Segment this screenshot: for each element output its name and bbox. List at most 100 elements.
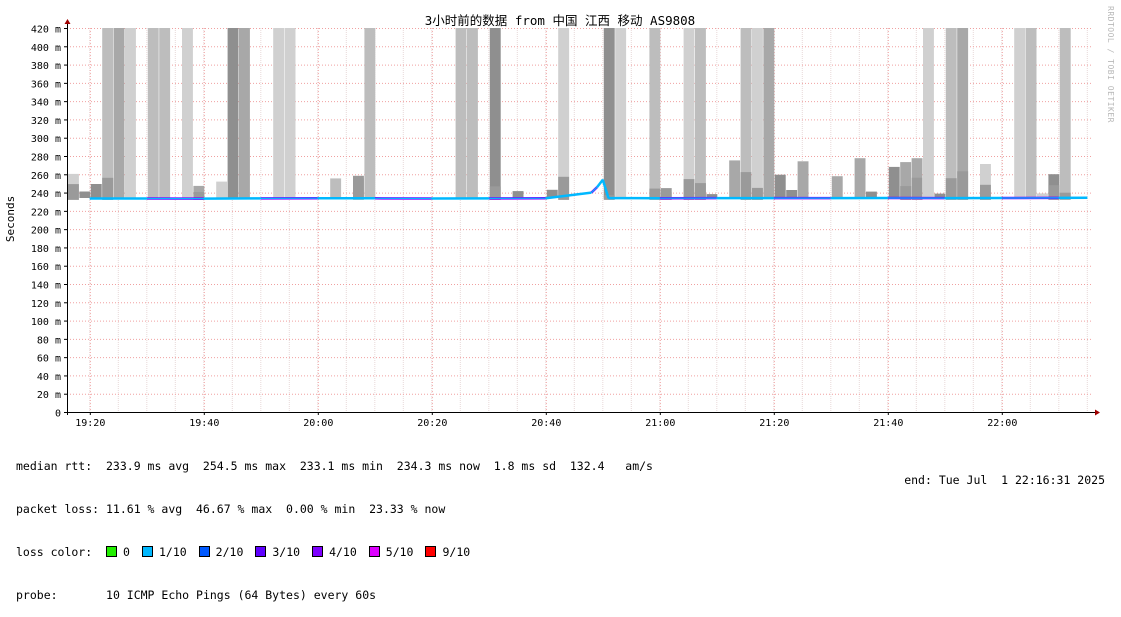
y-tick-label: 80 m — [37, 335, 61, 346]
smoke-band — [912, 178, 923, 200]
smoke-band — [91, 184, 102, 198]
smoke-band — [763, 28, 774, 198]
x-tick-label: 19:40 — [189, 418, 219, 429]
smoke-band — [490, 28, 501, 198]
y-tick-label: 20 m — [37, 390, 61, 401]
smoke-band — [285, 28, 296, 198]
smoke-band — [364, 28, 375, 198]
loss-color-swatch — [425, 546, 436, 557]
x-tick-label: 21:40 — [873, 418, 903, 429]
loss-color-swatch — [255, 546, 266, 557]
latency-chart: 020 m40 m60 m80 m100 m120 m140 m160 m180… — [0, 0, 1121, 430]
loss-color-item: 0 — [106, 545, 130, 559]
smoke-band — [798, 161, 809, 198]
smoke-band — [695, 28, 706, 198]
y-axis-label: Seconds — [4, 196, 17, 242]
smoke-band — [159, 28, 170, 198]
loss-color-text: 9/10 — [442, 545, 470, 559]
smoke-band — [775, 175, 786, 198]
loss-color-text: 3/10 — [272, 545, 300, 559]
x-tick-label: 19:20 — [75, 418, 105, 429]
smoke-band — [79, 192, 90, 199]
loss-color-text: 1/10 — [159, 545, 187, 559]
y-tick-label: 60 m — [37, 354, 61, 365]
smoke-band — [684, 179, 695, 200]
loss-color-item: 9/10 — [425, 545, 470, 559]
smoke-band — [513, 191, 524, 198]
y-tick-label: 120 m — [31, 299, 61, 310]
rtt-stats: median rtt: 233.9 ms avg 254.5 ms max 23… — [16, 459, 653, 473]
loss-color-swatch — [106, 546, 117, 557]
y-tick-label: 140 m — [31, 281, 61, 292]
y-tick-labels: 020 m40 m60 m80 m100 m120 m140 m160 m180… — [31, 25, 61, 420]
x-tick-label: 20:40 — [531, 418, 561, 429]
smoke-band — [741, 172, 752, 200]
y-axis-arrow — [65, 19, 71, 24]
smoke-band — [228, 28, 239, 198]
loss-color-swatch — [369, 546, 380, 557]
smoke-band — [330, 178, 341, 198]
x-tick-label: 21:00 — [645, 418, 675, 429]
loss-color-text: 2/10 — [216, 545, 244, 559]
smoke-band — [889, 167, 900, 198]
smoke-band — [855, 158, 866, 198]
smoke-band — [729, 160, 740, 198]
smoke-band — [604, 28, 615, 198]
y-tick-label: 360 m — [31, 79, 61, 90]
loss-color-swatch — [142, 546, 153, 557]
smoke-band — [1060, 28, 1071, 198]
loss-color-swatch — [199, 546, 210, 557]
smoke-band — [946, 28, 957, 198]
legend: median rtt: 233.9 ms avg 254.5 ms max 23… — [16, 430, 653, 617]
loss-color-item: 4/10 — [312, 545, 357, 559]
y-tick-label: 320 m — [31, 116, 61, 127]
smoke-band — [182, 28, 193, 198]
y-tick-label: 260 m — [31, 171, 61, 182]
loss-color-item: 1/10 — [142, 545, 187, 559]
y-tick-label: 240 m — [31, 189, 61, 200]
loss-color-swatch — [312, 546, 323, 557]
smoke-band — [216, 182, 227, 199]
x-tick-labels: 19:2019:4020:0020:2020:4021:0021:2021:40… — [75, 418, 1017, 429]
loss-color-label: loss color: — [16, 545, 92, 559]
smoke-band — [239, 28, 250, 198]
smoke-band — [68, 184, 79, 200]
y-tick-label: 300 m — [31, 134, 61, 145]
y-tick-label: 40 m — [37, 372, 61, 383]
loss-color-text: 4/10 — [329, 545, 357, 559]
smoke-band — [752, 28, 763, 198]
rrdtool-watermark: RRDTOOL / TOBI OETIKER — [1106, 6, 1115, 123]
smoke-band — [923, 28, 934, 198]
y-tick-label: 200 m — [31, 226, 61, 237]
smoke-band — [832, 176, 843, 198]
y-tick-label: 420 m — [31, 25, 61, 36]
smoke-band — [649, 28, 660, 198]
x-tick-label: 22:00 — [987, 418, 1017, 429]
x-tick-label: 21:20 — [759, 418, 789, 429]
smoke-band — [353, 176, 364, 200]
loss-color-item: 2/10 — [199, 545, 244, 559]
y-tick-label: 400 m — [31, 43, 61, 54]
y-tick-label: 180 m — [31, 244, 61, 255]
smoke-band — [615, 28, 626, 198]
loss-color-text: 0 — [123, 545, 130, 559]
smoke-band — [684, 28, 695, 198]
y-tick-label: 340 m — [31, 98, 61, 109]
y-tick-label: 100 m — [31, 317, 61, 328]
smoke-band — [102, 28, 113, 198]
loss-color-item: 3/10 — [255, 545, 300, 559]
probe-row: probe: 10 ICMP Echo Pings (64 Bytes) eve… — [16, 588, 653, 602]
end-time: end: Tue Jul 1 22:16:31 2025 — [904, 473, 1105, 487]
y-tick-label: 0 — [55, 409, 61, 420]
smoke-band — [558, 28, 569, 198]
loss-stats: packet loss: 11.61 % avg 46.67 % max 0.0… — [16, 502, 653, 516]
smoke-band — [1026, 28, 1037, 198]
probe-label: probe: — [16, 588, 58, 602]
loss-color-item: 5/10 — [369, 545, 414, 559]
x-tick-label: 20:00 — [303, 418, 333, 429]
smoke-band — [467, 28, 478, 198]
y-tick-label: 220 m — [31, 207, 61, 218]
plot-background — [67, 28, 1093, 412]
x-axis-arrow — [1095, 410, 1100, 416]
y-tick-label: 380 m — [31, 61, 61, 72]
